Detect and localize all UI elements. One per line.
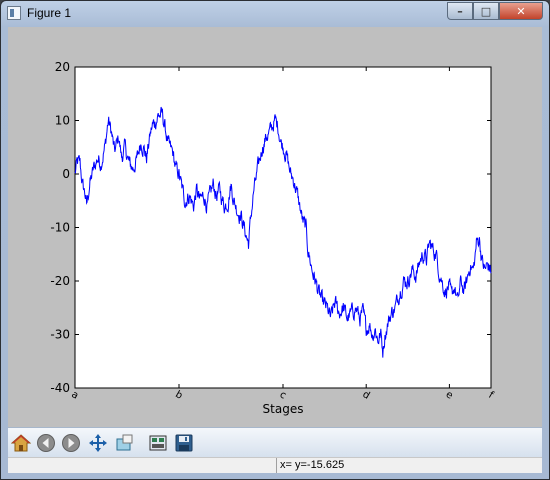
- y-tick-label: -30: [50, 328, 70, 342]
- figure-app-icon: [7, 6, 21, 20]
- close-button[interactable]: ✕: [499, 2, 543, 20]
- axes-area: [74, 66, 492, 389]
- back-button[interactable]: [35, 432, 57, 454]
- home-icon: [11, 434, 31, 452]
- maximize-button[interactable]: □: [473, 2, 499, 20]
- x-tick-label: f: [486, 390, 495, 402]
- home-button[interactable]: [10, 432, 32, 454]
- title-bar[interactable]: Figure 1 – □ ✕: [1, 1, 549, 27]
- x-tick-label: a: [69, 389, 80, 402]
- x-tick-label: c: [278, 389, 288, 401]
- status-bar: x= y=-15.625: [8, 457, 542, 473]
- x-tick-label: e: [444, 389, 455, 402]
- y-tick-label: 0: [62, 167, 70, 181]
- y-tick-label: -10: [50, 221, 70, 235]
- minimize-button[interactable]: –: [447, 2, 473, 20]
- pan-button[interactable]: [87, 432, 109, 454]
- line-chart: 20 10 0 -10 -20 -30 -40 a b c d e f Stages: [50, 60, 495, 416]
- figure-canvas[interactable]: 20 10 0 -10 -20 -30 -40 a b c d e f Stages: [8, 27, 542, 427]
- x-axis-label: Stages: [263, 402, 304, 416]
- y-tick-label: -20: [50, 274, 70, 288]
- arrow-right-icon: [62, 434, 80, 452]
- navigation-toolbar: [8, 427, 542, 457]
- y-tick-label: 20: [55, 60, 70, 74]
- save-icon: [175, 434, 193, 452]
- arrow-left-icon: [37, 434, 55, 452]
- x-tick-label: d: [360, 389, 371, 402]
- forward-button[interactable]: [60, 432, 82, 454]
- zoom-rect-icon: [116, 434, 133, 451]
- subplots-icon: [149, 435, 167, 451]
- save-button[interactable]: [173, 432, 195, 454]
- subplots-button[interactable]: [147, 432, 169, 454]
- y-tick-label: -40: [50, 381, 70, 395]
- zoom-button[interactable]: [113, 432, 135, 454]
- window-client-area: 20 10 0 -10 -20 -30 -40 a b c d e f Stages x=…: [8, 27, 542, 473]
- pan-icon: [89, 434, 107, 452]
- x-tick-label: b: [173, 389, 184, 402]
- window-title: Figure 1: [27, 6, 72, 20]
- cursor-coordinates: x= y=-15.625: [280, 459, 345, 471]
- figure-window: Figure 1 – □ ✕ 20 10 0 -10 -20 -30 -40 a b c d e f …: [0, 0, 550, 480]
- status-divider: [276, 458, 277, 473]
- window-controls: – □ ✕: [447, 2, 543, 20]
- y-tick-label: 10: [55, 114, 70, 128]
